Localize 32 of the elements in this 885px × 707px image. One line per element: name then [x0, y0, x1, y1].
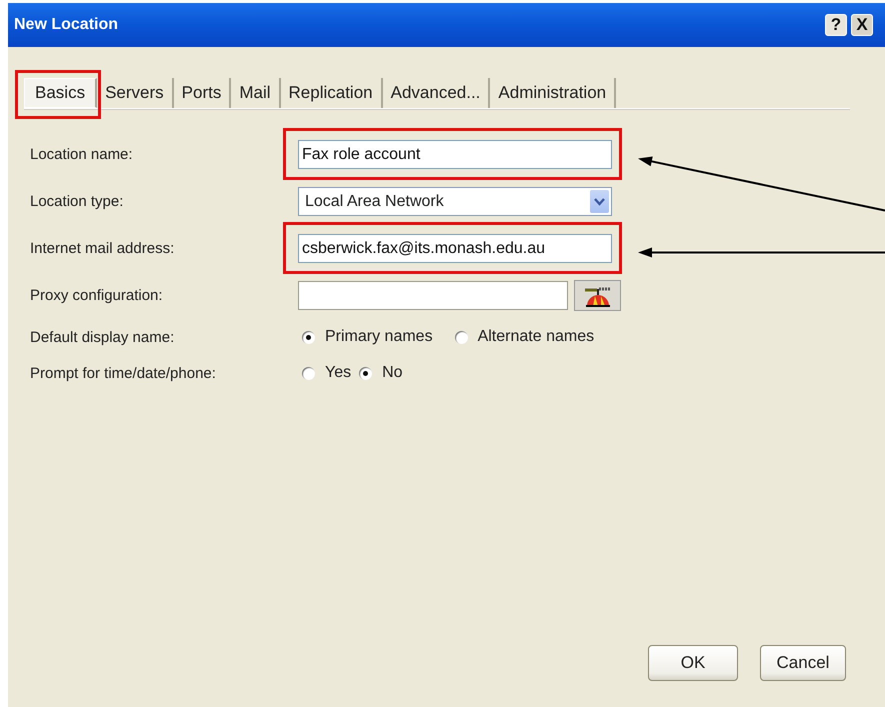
tab[interactable]: Servers	[97, 78, 174, 108]
proxy-button[interactable]	[574, 280, 621, 311]
field-label: Prompt for time/date/phone:	[30, 364, 217, 382]
text-field[interactable]: Fax role account	[298, 140, 612, 169]
tab[interactable]: Mail	[231, 78, 281, 108]
help-button[interactable]: ?	[825, 14, 847, 36]
tab[interactable]: Administration	[490, 78, 616, 108]
cancel-button[interactable]: Cancel	[760, 645, 846, 681]
tab[interactable]: Advanced...	[382, 78, 490, 108]
propeller-hat-icon	[582, 284, 612, 306]
field-label: Location name:	[30, 146, 134, 163]
radio-button[interactable]	[454, 330, 468, 344]
window-title: New Location	[14, 16, 120, 34]
radio-option[interactable]: Alternate names	[454, 328, 594, 346]
radio-option[interactable]: Yes	[302, 364, 352, 382]
field-label: Default display name:	[30, 328, 176, 346]
radio-button[interactable]	[302, 366, 315, 380]
field-label: Internet mail address:	[30, 240, 176, 257]
tab[interactable]: Replication	[280, 78, 383, 108]
radio-button[interactable]	[302, 330, 315, 344]
field-label: Proxy configuration:	[30, 287, 164, 304]
radio-option[interactable]: Primary names	[302, 328, 433, 346]
close-button[interactable]: X	[851, 14, 873, 36]
radio-option[interactable]: No	[359, 364, 403, 382]
text-field[interactable]: csberwick.fax@its.monash.edu.au	[298, 234, 612, 263]
radio-button[interactable]	[359, 366, 372, 380]
tab[interactable]: Basics	[24, 78, 98, 108]
ok-button[interactable]: OK	[648, 645, 738, 681]
tab[interactable]: Ports	[174, 78, 232, 108]
dropdown[interactable]: Local Area Network	[298, 187, 612, 216]
text-field[interactable]	[298, 281, 568, 310]
field-label: Location type:	[30, 193, 124, 210]
